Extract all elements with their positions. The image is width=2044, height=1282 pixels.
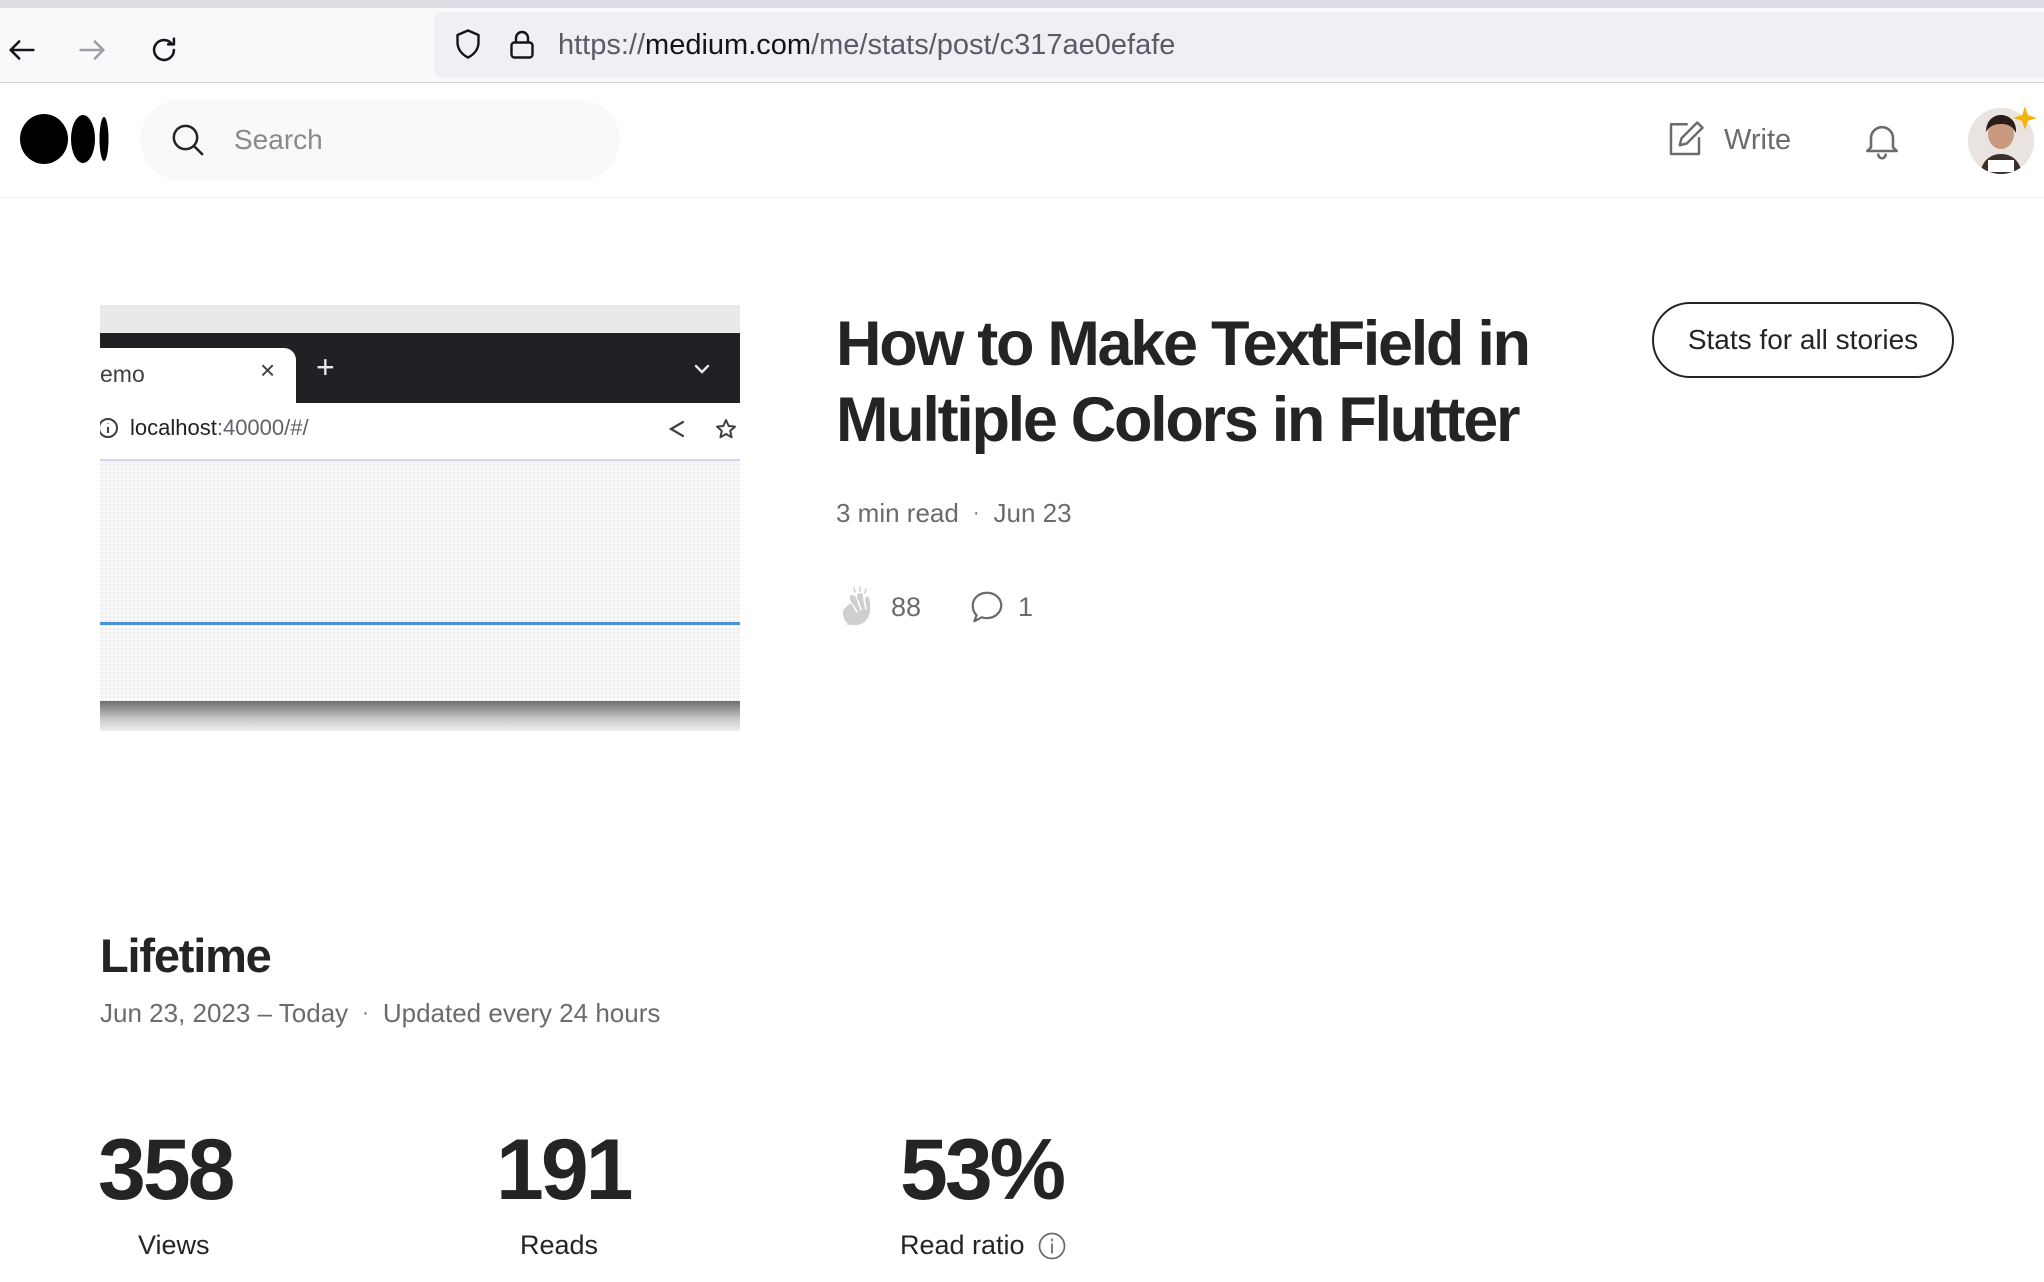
url-host: medium.com (645, 29, 812, 61)
reads-label: Reads (520, 1230, 599, 1260)
thumbnail-body (100, 463, 740, 701)
clap-count: 88 (891, 592, 922, 622)
chevron-down-icon (694, 364, 710, 374)
response-icon[interactable] (968, 588, 1006, 626)
lifetime-range: Jun 23, 2023 – Today · Updated every 24 … (100, 998, 660, 1029)
reload-icon (152, 37, 176, 62)
lock-icon[interactable] (504, 26, 540, 62)
lifetime-heading: Lifetime (100, 929, 272, 982)
back-arrow-icon (9, 40, 35, 60)
thumbnail-top-strip (100, 305, 740, 333)
thumbnail-url: localhost:40000/#/ (130, 415, 309, 441)
response-count: 1 (1018, 592, 1034, 622)
read-ratio-value: 53% (900, 1122, 1066, 1218)
site-header: Write (0, 83, 2044, 198)
story-meta: 3 min read · Jun 23 (836, 498, 1072, 529)
search-icon (172, 124, 204, 156)
reads-value: 191 (496, 1122, 633, 1218)
search-input[interactable] (232, 118, 592, 162)
clap-icon[interactable] (836, 584, 882, 630)
meta-separator: · (972, 502, 980, 524)
shield-icon[interactable] (450, 26, 486, 62)
share-icon (668, 420, 685, 438)
url-text[interactable]: https://medium.com/me/stats/post/c317ae0… (558, 27, 1175, 63)
url-prefix: https:// (558, 29, 646, 61)
reload-button[interactable] (142, 28, 186, 72)
read-ratio-label-row: Read ratio (900, 1230, 1067, 1261)
url-path: /me/stats/post/c317ae0efafe (811, 29, 1176, 61)
bell-icon[interactable] (1860, 117, 1904, 163)
story-thumbnail: emo × + localhost:40000/#/ (100, 305, 740, 731)
publish-date: Jun 23 (993, 498, 1072, 528)
update-note: Updated every 24 hours (382, 998, 661, 1028)
write-label: Write (1724, 123, 1792, 156)
views-label: Views (138, 1230, 210, 1260)
medium-logo[interactable] (20, 113, 110, 165)
thumbnail-url-host: localhost (130, 415, 217, 440)
info-icon[interactable] (1037, 1231, 1067, 1261)
write-button[interactable]: Write (1664, 115, 1791, 165)
star-icon (716, 419, 736, 439)
story-title[interactable]: How to Make TextField in Multiple Colors… (836, 306, 1596, 458)
sparkle-icon (2013, 106, 2037, 130)
forward-button[interactable] (70, 28, 114, 72)
read-ratio-label: Read ratio (900, 1230, 1025, 1260)
thumbnail-bottom-shadow (100, 701, 740, 731)
thumbnail-tab-label: emo (100, 361, 145, 387)
thumbnail-new-tab: + (316, 349, 335, 385)
range-separator: · (362, 1002, 369, 1024)
forward-arrow-icon (79, 40, 105, 60)
thumbnail-underline (100, 622, 740, 625)
address-bar[interactable]: https://medium.com/me/stats/post/c317ae0… (434, 12, 2044, 78)
read-time: 3 min read (836, 498, 959, 528)
thumbnail-url-rest: :40000/#/ (216, 415, 309, 440)
write-icon (1669, 121, 1704, 156)
thumbnail-tab-close: × (260, 355, 276, 385)
back-button[interactable] (0, 28, 44, 72)
search-box[interactable] (140, 100, 620, 180)
date-range: Jun 23, 2023 – Today (100, 998, 349, 1028)
browser-toolbar: https://medium.com/me/stats/post/c317ae0… (0, 0, 2044, 83)
views-value: 358 (98, 1122, 235, 1218)
stats-all-stories-button[interactable]: Stats for all stories (1652, 302, 1954, 378)
info-icon (100, 418, 118, 438)
